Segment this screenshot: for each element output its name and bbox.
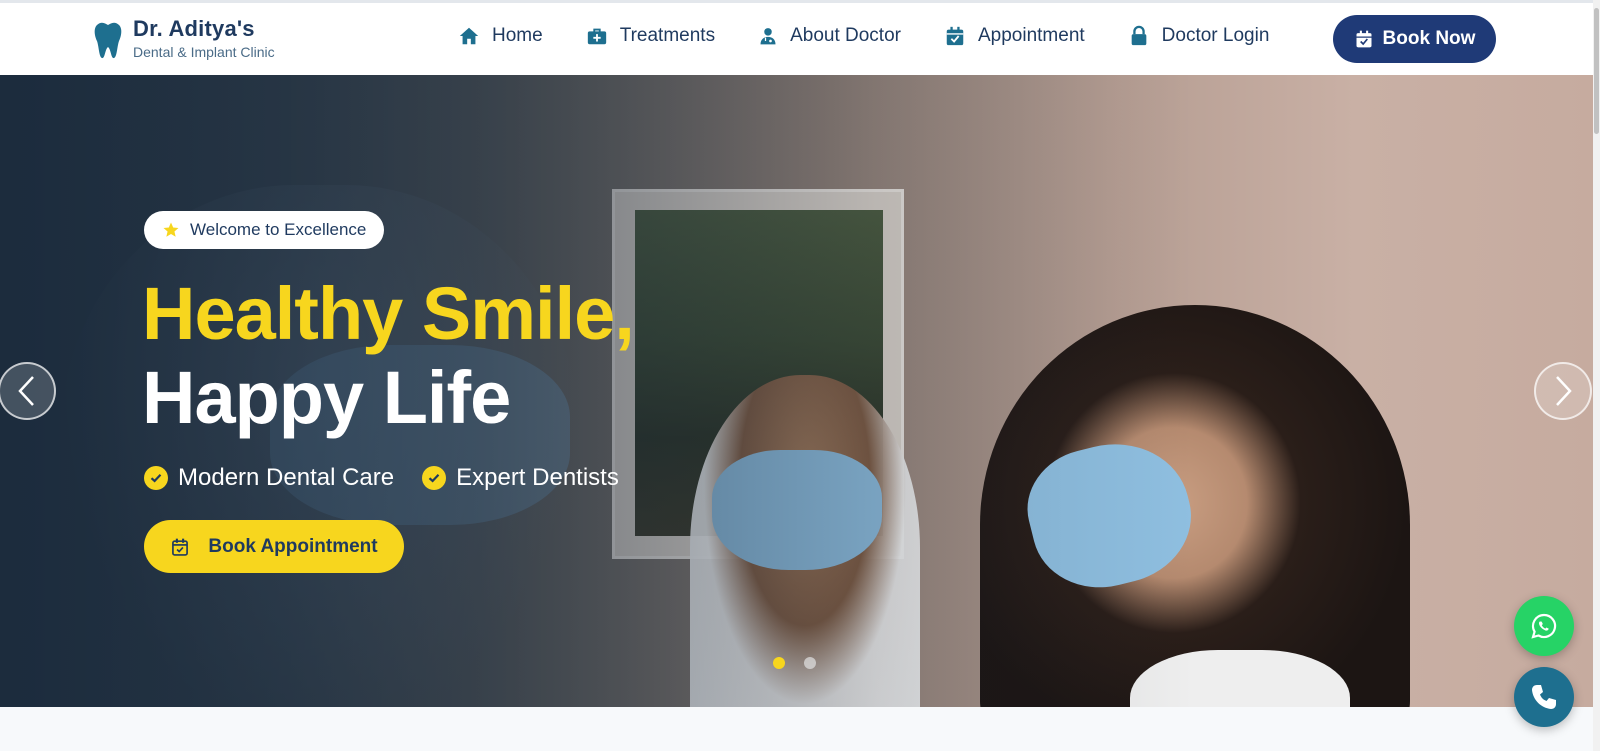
nav-item-label: Home bbox=[492, 25, 543, 46]
whatsapp-icon bbox=[1531, 613, 1557, 639]
brand-subtitle: Dental & Implant Clinic bbox=[133, 44, 275, 60]
nav-item-home[interactable]: Home bbox=[458, 25, 543, 47]
carousel-indicators bbox=[773, 657, 835, 669]
chevron-left-icon bbox=[18, 376, 34, 406]
nav-item-treatments[interactable]: Treatments bbox=[586, 25, 715, 47]
welcome-badge: Welcome to Excellence bbox=[144, 211, 385, 249]
nav-item-label: About Doctor bbox=[790, 25, 901, 46]
book-appointment-label: Book Appointment bbox=[208, 535, 378, 557]
medkit-icon bbox=[587, 28, 606, 45]
check-circle-icon bbox=[422, 466, 447, 490]
call-button[interactable] bbox=[1514, 667, 1574, 727]
calendar-check-icon bbox=[1356, 30, 1372, 48]
whatsapp-button[interactable] bbox=[1514, 596, 1574, 656]
carousel-dot-2[interactable] bbox=[804, 657, 816, 669]
hero-title-line1: Healthy Smile, bbox=[142, 272, 635, 355]
brand-name: Dr. Aditya's bbox=[133, 16, 255, 41]
chevron-right-icon bbox=[1556, 376, 1572, 406]
hero-title: Healthy Smile, Happy Life bbox=[142, 272, 635, 440]
nav-item-appointment[interactable]: Appointment bbox=[944, 25, 1085, 47]
hero-carousel: Welcome to Excellence Healthy Smile, Hap… bbox=[0, 75, 1593, 707]
lock-icon bbox=[1131, 25, 1147, 46]
calendar-check-icon bbox=[946, 26, 964, 46]
feature-item: Modern Dental Care bbox=[144, 464, 394, 492]
hero-title-line2: Happy Life bbox=[142, 356, 511, 439]
brand-logo[interactable]: Dr. Aditya's Dental & Implant Clinic bbox=[93, 16, 275, 61]
hero-features: Modern Dental Care Expert Dentists bbox=[144, 464, 647, 492]
check-circle-icon bbox=[144, 466, 168, 490]
doctor-icon bbox=[760, 28, 776, 45]
book-now-label: Book Now bbox=[1382, 28, 1476, 49]
nav-item-doctor-login[interactable]: Doctor Login bbox=[1128, 25, 1270, 47]
scrollbar-thumb[interactable] bbox=[1594, 8, 1599, 134]
calendar-check-icon bbox=[172, 538, 189, 556]
nav-item-about-doctor[interactable]: About Doctor bbox=[758, 25, 901, 47]
book-now-button[interactable]: Book Now bbox=[1333, 15, 1496, 63]
book-appointment-button[interactable]: Book Appointment bbox=[144, 520, 404, 573]
star-icon bbox=[163, 222, 179, 237]
home-icon bbox=[459, 27, 479, 45]
brand-text: Dr. Aditya's Dental & Implant Clinic bbox=[133, 16, 275, 61]
welcome-badge-text: Welcome to Excellence bbox=[190, 220, 367, 239]
main-nav: Home Treatments About Doctor Appointment… bbox=[458, 25, 1312, 47]
carousel-dot-1[interactable] bbox=[773, 657, 785, 669]
next-section bbox=[0, 707, 1593, 751]
nav-item-label: Treatments bbox=[619, 25, 716, 46]
feature-label: Expert Dentists bbox=[456, 464, 619, 491]
nav-item-label: Appointment bbox=[977, 25, 1085, 46]
page-scrollbar[interactable] bbox=[1593, 0, 1600, 751]
nav-item-label: Doctor Login bbox=[1161, 25, 1270, 46]
feature-label: Modern Dental Care bbox=[178, 464, 395, 491]
phone-icon bbox=[1532, 685, 1556, 709]
carousel-prev-button[interactable] bbox=[0, 362, 56, 420]
feature-item: Expert Dentists bbox=[422, 464, 619, 492]
carousel-next-button[interactable] bbox=[1534, 362, 1592, 420]
tooth-icon bbox=[94, 22, 122, 59]
site-header: Dr. Aditya's Dental & Implant Clinic Hom… bbox=[0, 3, 1593, 75]
